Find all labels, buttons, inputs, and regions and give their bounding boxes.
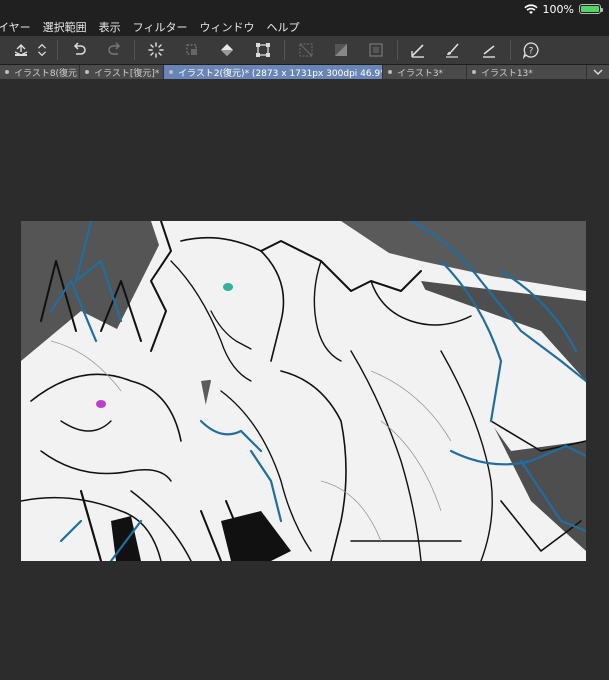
- svg-text:?: ?: [529, 47, 534, 57]
- toolbar-separator: [397, 40, 398, 60]
- fill-selection-icon: [186, 44, 197, 55]
- toolbar-separator: [284, 40, 285, 60]
- battery-percentage: 100%: [542, 2, 574, 16]
- battery-charging-icon: [579, 4, 603, 14]
- invert-icon: [335, 44, 347, 56]
- ruler-pen-button[interactable]: [407, 39, 429, 61]
- artwork-canvas[interactable]: [21, 221, 586, 561]
- wifi-icon: [523, 3, 538, 14]
- straight-line-icon: [483, 45, 495, 58]
- tab-illust13[interactable]: イラスト13*: [467, 65, 587, 79]
- tab-overflow-button[interactable]: [587, 65, 609, 79]
- help-icon: ?: [522, 42, 539, 59]
- tab-dot: [388, 70, 392, 74]
- menu-filter[interactable]: フィルター: [133, 19, 198, 35]
- layer-stack-button[interactable]: [10, 39, 32, 61]
- help-button[interactable]: ?: [520, 39, 542, 61]
- redo-icon: [108, 42, 121, 55]
- tab-label: イラスト8(復元: [14, 68, 78, 79]
- undo-icon: [73, 42, 86, 55]
- spinner-icon: [148, 42, 164, 58]
- menu-bar: イヤー 選択範囲 表示 フィルター ウィンドウ ヘルプ: [0, 18, 609, 36]
- tab-illust3[interactable]: イラスト3*: [383, 65, 467, 79]
- crop-button[interactable]: [365, 39, 387, 61]
- tab-illust8[interactable]: イラスト8(復元: [0, 65, 80, 79]
- tab-label: イラスト3*: [397, 68, 444, 79]
- status-bar: 100%: [0, 0, 609, 18]
- clear-button[interactable]: [295, 39, 317, 61]
- toolbar-separator: [57, 40, 58, 60]
- chevron-down-icon: [593, 69, 603, 75]
- tab-illust[interactable]: イラスト[復元]*: [80, 65, 164, 79]
- toolbar-separator: [510, 40, 511, 60]
- transform-icon: [256, 43, 270, 57]
- tab-dot: [169, 70, 173, 74]
- redo-button[interactable]: [104, 39, 126, 61]
- canvas-area[interactable]: [0, 79, 609, 680]
- clear-icon: [299, 43, 313, 57]
- document-tab-bar: イラスト8(復元 イラスト[復元]* イラスト2(復元)* (2873 x 17…: [0, 65, 609, 79]
- layer-stack-icon: [14, 44, 28, 56]
- menu-help[interactable]: ヘルプ: [266, 19, 309, 35]
- brush-icon: [446, 43, 459, 58]
- toolbar-separator: [134, 40, 135, 60]
- crop-icon: [369, 43, 383, 57]
- tab-dot: [472, 70, 476, 74]
- command-toolbar: ?: [0, 36, 609, 65]
- paint-bucket-button[interactable]: [216, 39, 238, 61]
- tab-dot: [85, 70, 89, 74]
- menu-window[interactable]: ウィンドウ: [199, 19, 264, 35]
- invert-selection-button[interactable]: [330, 39, 352, 61]
- fill-selection-button[interactable]: [181, 39, 203, 61]
- reorder-arrows-icon: [38, 43, 46, 57]
- ruler-pen-icon: [411, 44, 424, 58]
- tab-label: イラスト13*: [481, 68, 533, 79]
- transform-button[interactable]: [252, 39, 274, 61]
- status-indicators: 100%: [523, 2, 603, 16]
- sketch-drawing: [21, 221, 586, 561]
- menu-selection[interactable]: 選択範囲: [43, 19, 97, 35]
- menu-layer[interactable]: イヤー: [0, 19, 41, 35]
- tab-label: イラスト2(復元)* (2873 x 1731px 300dpi 46.9%): [178, 68, 383, 79]
- battery-fill: [581, 6, 599, 12]
- reorder-button[interactable]: [34, 39, 50, 61]
- tab-label: イラスト[復元]*: [94, 68, 160, 79]
- menu-view[interactable]: 表示: [99, 19, 131, 35]
- brush-button[interactable]: [441, 39, 463, 61]
- paint-bucket-icon: [221, 44, 233, 56]
- loading-button[interactable]: [145, 39, 167, 61]
- straight-line-button[interactable]: [478, 39, 500, 61]
- tab-dot: [5, 70, 9, 74]
- undo-button[interactable]: [68, 39, 90, 61]
- tab-illust2-active[interactable]: イラスト2(復元)* (2873 x 1731px 300dpi 46.9%): [164, 65, 383, 79]
